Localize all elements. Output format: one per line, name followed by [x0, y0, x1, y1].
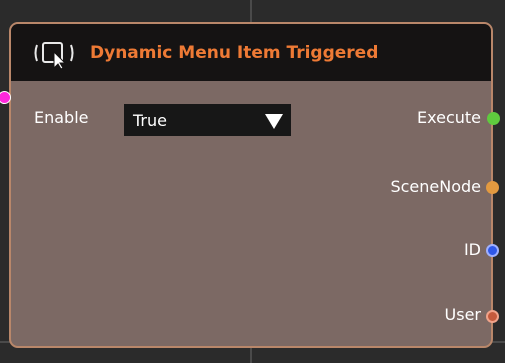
enable-input-label: Enable [34, 108, 89, 127]
scenenode-output-label: SceneNode [390, 177, 481, 196]
scenenode-output-pin[interactable] [486, 181, 499, 194]
user-output-label: User [444, 305, 481, 324]
id-output-pin[interactable] [486, 244, 499, 257]
user-output-pin[interactable] [486, 310, 499, 323]
execute-output-label: Execute [417, 108, 481, 127]
menu-item-cursor-icon [34, 41, 74, 70]
dropdown-arrow-icon [265, 114, 283, 129]
enable-value-dropdown[interactable]: True [124, 104, 291, 136]
node-title: Dynamic Menu Item Triggered [90, 42, 379, 63]
id-output-label: ID [463, 240, 481, 259]
enable-value-text: True [133, 111, 167, 130]
execute-output-pin[interactable] [487, 112, 500, 125]
node-header[interactable]: Dynamic Menu Item Triggered [11, 24, 491, 81]
